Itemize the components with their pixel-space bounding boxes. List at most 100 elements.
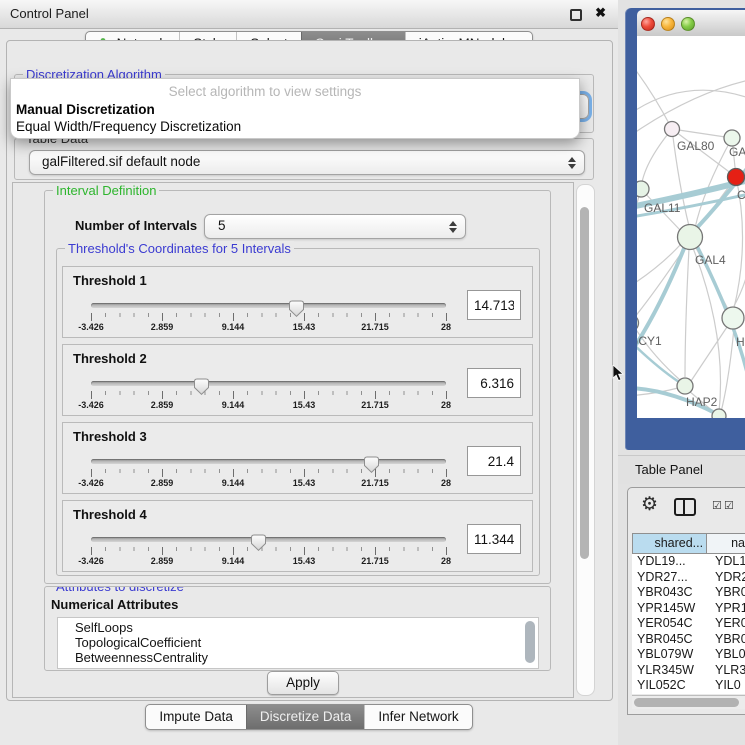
tab-infer-network[interactable]: Infer Network	[364, 705, 471, 729]
control-panel-window: Control Panel ✖ Network Style Select Cyn…	[0, 0, 619, 745]
numerical-attributes-label: Numerical Attributes	[51, 597, 178, 612]
group-title: Interval Definition	[53, 183, 159, 198]
popup-option-manual[interactable]: Manual Discretization	[16, 102, 155, 117]
table-panel-title: Table Panel	[635, 456, 703, 483]
network-window-titlebar[interactable]	[637, 10, 745, 37]
group-title: Attributes to discretize	[53, 586, 187, 594]
list-scrollbar-thumb[interactable]	[525, 621, 535, 663]
threshold-label: Threshold 4	[73, 507, 147, 522]
network-view-window[interactable]: GAL80 GA C GAL11 GAL4 GCY1 H HAP2	[625, 8, 745, 450]
node-attribute-table: shared... na YDL19...YDL1 YDR27...YDR2 Y…	[632, 533, 745, 694]
node-label: GAL80	[677, 139, 715, 153]
close-icon[interactable]: ✖	[595, 5, 606, 21]
close-traffic-light-icon[interactable]	[641, 17, 655, 31]
slider-track[interactable]	[91, 303, 446, 308]
apply-button[interactable]: Apply	[267, 671, 339, 695]
table-panel: ⚙ ☑ ☑ shared... na YDL19...YDL1 YDR27...…	[627, 487, 745, 715]
threshold-4-panel: Threshold 4 -3.426 2.859 9.144 15.43 21.…	[62, 500, 533, 572]
table-row[interactable]: YBR043CYBR0	[632, 585, 745, 601]
table-row[interactable]: YBL079WYBL0	[632, 647, 745, 663]
slider-track[interactable]	[91, 381, 446, 386]
table-panel-header: Table Panel	[618, 455, 745, 484]
node-hap2	[677, 378, 693, 394]
node-gal11	[637, 181, 649, 197]
network-canvas[interactable]: GAL80 GA C GAL11 GAL4 GCY1 H HAP2	[637, 36, 745, 418]
slider-ticks	[91, 469, 447, 477]
attributes-group: Attributes to discretize Numerical Attri…	[44, 586, 551, 671]
node-label: GCY1	[637, 334, 662, 348]
panel-title: Control Panel	[10, 0, 89, 27]
horizontal-scrollbar[interactable]	[632, 695, 745, 709]
slider-ticks	[91, 313, 447, 321]
number-of-intervals-label: Number of Intervals	[75, 218, 197, 233]
slider-ticks	[91, 547, 447, 555]
node-label: C	[737, 188, 745, 202]
vertical-scrollbar[interactable]	[576, 184, 595, 696]
node-label: GAL4	[695, 253, 726, 267]
scrollbar-thumb[interactable]	[634, 698, 739, 707]
node-gal80	[665, 122, 680, 137]
node-bottom	[712, 409, 726, 418]
combo-stepper-icon	[449, 221, 457, 233]
bottom-tabbar: Impute Data Discretize Data Infer Networ…	[0, 704, 618, 730]
slider-track[interactable]	[91, 459, 446, 464]
table-row[interactable]: YER054CYER0	[632, 616, 745, 632]
table-data-group: Table Data galFiltered.sif default node	[14, 138, 594, 180]
table-row[interactable]: YLR345WYLR3	[632, 663, 745, 679]
column-header-shared[interactable]: shared...	[633, 534, 707, 553]
threshold-1-panel: Threshold 1 -3.426 2.859 9.144 15.43 21.…	[62, 266, 533, 338]
slider-ticks	[91, 391, 447, 399]
combo-value: 5	[218, 215, 226, 237]
threshold-2-panel: Threshold 2 -3.426 2.859 9.144 15.43 21.…	[62, 344, 533, 416]
float-window-icon[interactable]	[570, 9, 582, 21]
threshold-2-value-field[interactable]	[467, 368, 521, 398]
popup-placeholder: Select algorithm to view settings	[11, 84, 519, 99]
node-gcy1	[637, 315, 639, 332]
threshold-3-panel: Threshold 3 -3.426 2.859 9.144 15.43 21.…	[62, 422, 533, 494]
gear-icon[interactable]: ⚙	[641, 493, 658, 516]
checkbox-icon[interactable]: ☑	[724, 499, 734, 512]
table-row[interactable]: YBR045CYBR0	[632, 632, 745, 648]
column-header-name[interactable]: na	[707, 534, 745, 553]
node-gal4	[678, 225, 703, 250]
tab-impute-data[interactable]: Impute Data	[146, 705, 246, 729]
list-item[interactable]: SelfLoops	[58, 618, 538, 635]
mouse-cursor	[612, 365, 624, 388]
scrollbar-thumb[interactable]	[580, 207, 589, 559]
node-red	[728, 169, 745, 186]
control-panel-titlebar: Control Panel ✖	[0, 0, 618, 29]
threshold-label: Threshold 2	[73, 351, 147, 366]
table-row[interactable]: YDR27...YDR2	[632, 570, 745, 586]
threshold-4-value-field[interactable]	[467, 524, 521, 554]
table-header-row: shared... na	[632, 533, 745, 554]
checkbox-icon[interactable]: ☑	[712, 499, 722, 512]
table-row[interactable]: YDL19...YDL1	[632, 554, 745, 570]
threshold-label: Threshold 1	[73, 273, 147, 288]
node-right	[722, 307, 744, 329]
columns-icon[interactable]	[674, 498, 696, 516]
combo-value: galFiltered.sif default node	[42, 151, 200, 173]
zoom-traffic-light-icon[interactable]	[681, 17, 695, 31]
node-label: GAL11	[644, 201, 681, 215]
node-label: HAP2	[686, 395, 718, 409]
algorithm-dropdown-popup: Select algorithm to view settings Manual…	[10, 78, 580, 139]
network-graph: GAL80 GA C GAL11 GAL4 GCY1 H HAP2	[637, 36, 745, 418]
minimize-traffic-light-icon[interactable]	[661, 17, 675, 31]
combo-stepper-icon	[568, 157, 576, 169]
right-area: GAL80 GA C GAL11 GAL4 GCY1 H HAP2 Table …	[618, 0, 745, 745]
tab-discretize-data[interactable]: Discretize Data	[246, 705, 365, 729]
number-of-intervals-combobox[interactable]: 5	[204, 214, 466, 239]
group-title: Threshold's Coordinates for 5 Intervals	[65, 241, 294, 256]
threshold-1-value-field[interactable]	[467, 290, 521, 320]
popup-option-equal-width[interactable]: Equal Width/Frequency Discretization	[16, 119, 241, 134]
list-item[interactable]: BetweennessCentrality	[58, 650, 538, 665]
table-row[interactable]: YPR145WYPR1	[632, 601, 745, 617]
numerical-attributes-list[interactable]: SelfLoops TopologicalCoefficient Between…	[57, 617, 539, 669]
list-item[interactable]: TopologicalCoefficient	[58, 635, 538, 650]
slider-track[interactable]	[91, 537, 446, 542]
table-row[interactable]: YIL052CYIL0	[632, 678, 745, 694]
threshold-3-value-field[interactable]	[467, 446, 521, 476]
node-top-right	[724, 130, 740, 146]
table-data-combobox[interactable]: galFiltered.sif default node	[29, 150, 585, 175]
node-label: H	[736, 335, 745, 349]
